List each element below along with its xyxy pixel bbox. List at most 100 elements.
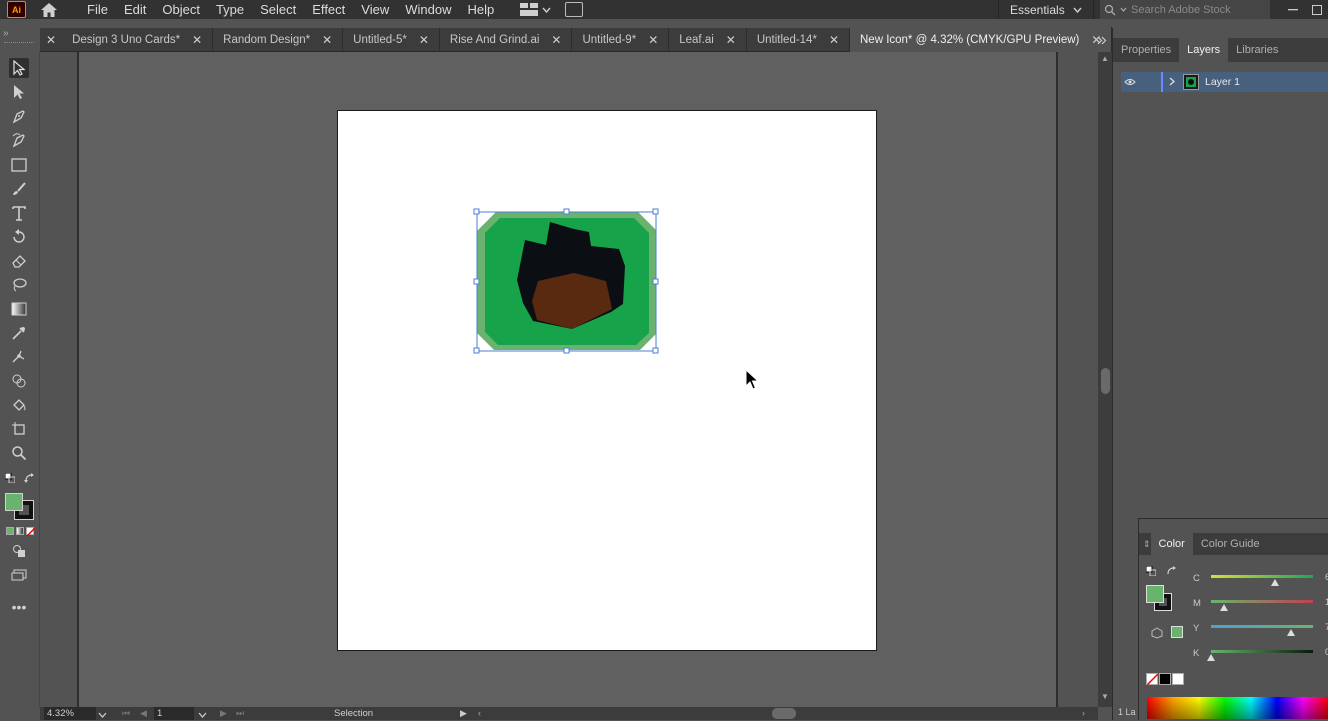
- eraser-tool-icon[interactable]: [9, 251, 29, 271]
- default-colors-icon[interactable]: [1145, 565, 1157, 577]
- slider-m-track[interactable]: [1211, 600, 1313, 603]
- page-number-field[interactable]: 1: [154, 707, 194, 720]
- tab-color-guide[interactable]: Color Guide: [1193, 533, 1268, 555]
- tab-close-icon[interactable]: ✕: [40, 28, 62, 52]
- tab-properties[interactable]: Properties: [1113, 38, 1179, 62]
- slider-y-knob[interactable]: [1287, 629, 1295, 636]
- close-icon[interactable]: ✕: [726, 33, 736, 47]
- canvas-area[interactable]: [40, 52, 1098, 707]
- selection-tool-icon[interactable]: [9, 58, 29, 78]
- close-icon[interactable]: ✕: [419, 33, 429, 47]
- slider-k-knob[interactable]: [1207, 654, 1215, 661]
- close-icon[interactable]: ✕: [192, 33, 202, 47]
- menu-edit[interactable]: Edit: [116, 0, 154, 19]
- stock-search-input[interactable]: Search Adobe Stock: [1100, 0, 1270, 19]
- tab-leaf[interactable]: Leaf.ai ✕: [669, 27, 747, 52]
- tab-new-icon[interactable]: New Icon* @ 4.32% (CMYK/GPU Preview) ✕: [850, 27, 1113, 52]
- slider-c-track[interactable]: [1211, 575, 1313, 578]
- status-menu-icon[interactable]: ▶: [460, 708, 467, 719]
- slider-m-knob[interactable]: [1220, 604, 1228, 611]
- expand-layer-icon[interactable]: [1169, 75, 1175, 89]
- paintbrush-tool-icon[interactable]: [9, 179, 29, 199]
- menu-select[interactable]: Select: [252, 0, 304, 19]
- tab-untitled-9[interactable]: Untitled-9* ✕: [572, 27, 670, 52]
- artboard-tool-icon[interactable]: [9, 419, 29, 439]
- slider-y-track[interactable]: [1211, 625, 1313, 628]
- color-fill-swatch[interactable]: [1146, 585, 1164, 603]
- color-mode-buttons[interactable]: [6, 527, 35, 536]
- tab-random-design[interactable]: Random Design* ✕: [213, 27, 344, 52]
- slider-c-knob[interactable]: [1271, 579, 1279, 586]
- curvature-tool-icon[interactable]: [9, 130, 29, 150]
- pen-tool-icon[interactable]: [9, 106, 29, 126]
- default-colors-icon[interactable]: [4, 472, 16, 484]
- tab-rise-and-grind[interactable]: Rise And Grind.ai ✕: [440, 27, 573, 52]
- scroll-right-icon[interactable]: ›: [1082, 708, 1085, 718]
- tab-untitled-5[interactable]: Untitled-5* ✕: [343, 27, 440, 52]
- status-tool-name[interactable]: Selection: [334, 707, 373, 720]
- gradient-tool-icon[interactable]: [9, 299, 29, 319]
- scroll-down-icon[interactable]: ▼: [1101, 692, 1109, 701]
- vertical-scroll-thumb[interactable]: [1101, 368, 1110, 394]
- scroll-up-icon[interactable]: ▲: [1101, 54, 1109, 63]
- type-tool-icon[interactable]: [9, 203, 29, 223]
- close-icon[interactable]: ✕: [322, 33, 332, 47]
- color-spectrum[interactable]: [1147, 697, 1328, 719]
- zoom-tool-icon[interactable]: [9, 443, 29, 463]
- shape-builder-tool-icon[interactable]: [9, 371, 29, 391]
- close-icon[interactable]: ✕: [648, 33, 658, 47]
- fill-swatch[interactable]: [5, 493, 23, 511]
- tab-layers[interactable]: Layers: [1179, 38, 1229, 62]
- workspace-switcher[interactable]: Essentials: [998, 0, 1094, 19]
- close-icon[interactable]: ✕: [829, 33, 839, 47]
- tab-untitled-14[interactable]: Untitled-14* ✕: [747, 27, 850, 52]
- rotate-tool-icon[interactable]: [9, 227, 29, 247]
- direct-selection-tool-icon[interactable]: [9, 82, 29, 102]
- menu-help[interactable]: Help: [459, 0, 502, 19]
- maximize-button[interactable]: [1306, 0, 1328, 19]
- black-swatch[interactable]: [1159, 673, 1171, 685]
- tabs-overflow-icon[interactable]: [1094, 28, 1110, 52]
- menu-window[interactable]: Window: [397, 0, 459, 19]
- vertical-scrollbar[interactable]: ▲ ▼: [1098, 52, 1112, 707]
- close-icon[interactable]: ✕: [551, 33, 561, 47]
- tab-libraries[interactable]: Libraries: [1228, 38, 1286, 62]
- layer-row[interactable]: Layer 1: [1121, 72, 1328, 92]
- zoom-level-field[interactable]: 4.32%: [44, 707, 96, 720]
- artboard[interactable]: [337, 110, 877, 651]
- more-tools-icon[interactable]: •••: [9, 597, 29, 617]
- scroll-left-icon[interactable]: ‹: [478, 708, 481, 718]
- puppet-warp-tool-icon[interactable]: [9, 347, 29, 367]
- minimize-button[interactable]: [1282, 0, 1304, 19]
- slider-k-track[interactable]: [1211, 650, 1313, 653]
- draw-mode-icon[interactable]: [9, 541, 29, 561]
- menu-type[interactable]: Type: [208, 0, 252, 19]
- home-icon[interactable]: [39, 1, 59, 18]
- lasso-tool-icon[interactable]: [9, 275, 29, 295]
- horizontal-scroll-thumb[interactable]: [772, 708, 796, 719]
- toolbar-collapse-icon[interactable]: »: [3, 28, 9, 39]
- zoom-dropdown-icon[interactable]: [98, 710, 107, 721]
- tab-color[interactable]: Color: [1150, 533, 1193, 555]
- gamut-swatch[interactable]: [1171, 626, 1183, 638]
- white-swatch[interactable]: [1172, 673, 1184, 685]
- first-page-icon[interactable]: ⏮: [122, 708, 130, 719]
- swap-colors-icon[interactable]: [1166, 565, 1178, 575]
- arrange-documents-button[interactable]: [520, 3, 551, 16]
- swap-colors-icon[interactable]: [24, 472, 36, 483]
- none-swatch-icon[interactable]: [1146, 673, 1158, 685]
- next-page-icon[interactable]: ▶: [220, 708, 227, 719]
- prev-page-icon[interactable]: ◀: [140, 708, 147, 719]
- menu-object[interactable]: Object: [154, 0, 208, 19]
- menu-file[interactable]: File: [79, 0, 116, 19]
- panel-collapse-icon[interactable]: ⇕: [1139, 539, 1151, 550]
- live-paint-bucket-icon[interactable]: [9, 395, 29, 415]
- visibility-eye-icon[interactable]: [1121, 78, 1139, 86]
- layer-name[interactable]: Layer 1: [1205, 76, 1240, 88]
- page-dropdown-icon[interactable]: [198, 710, 207, 721]
- publish-icon[interactable]: [565, 2, 584, 17]
- last-page-icon[interactable]: ⏭: [236, 708, 244, 719]
- tab-design-3-uno-cards[interactable]: Design 3 Uno Cards* ✕: [62, 27, 214, 52]
- toolbar-grip[interactable]: [4, 42, 34, 44]
- menu-view[interactable]: View: [353, 0, 397, 19]
